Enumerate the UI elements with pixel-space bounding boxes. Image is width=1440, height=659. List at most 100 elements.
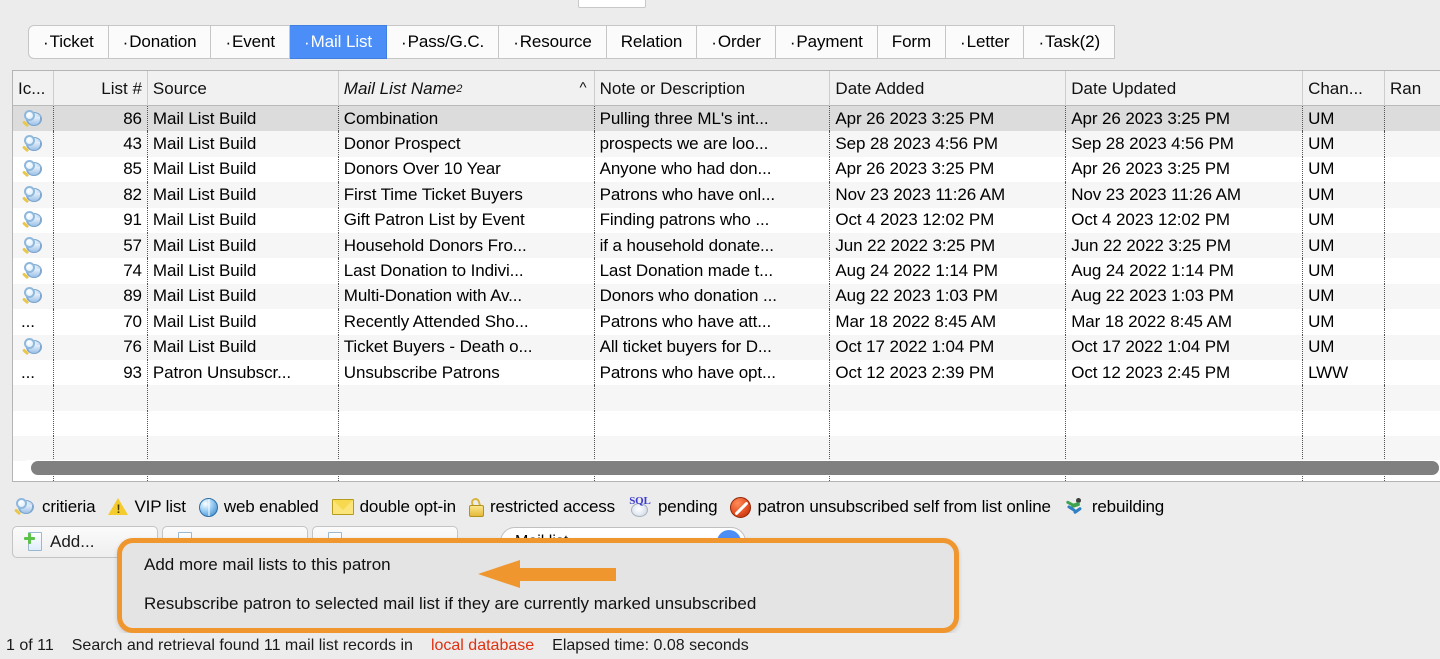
cell-text: 57 — [123, 235, 142, 255]
cell-text: Household Donors Fro... — [343, 235, 527, 255]
tab-task-2[interactable]: · Task(2) — [1024, 25, 1116, 59]
column-header-chan[interactable]: Chan... — [1303, 71, 1386, 106]
legend-item-pending: SQL pending — [628, 495, 718, 518]
legend-item-label: critieria — [42, 497, 96, 516]
cell-text: UM — [1308, 210, 1335, 230]
cell-text: Multi-Donation with Av... — [343, 286, 523, 306]
criteria-icon — [21, 261, 44, 281]
cell-text: Mail List Build — [152, 235, 257, 255]
tab-letter[interactable]: · Letter — [946, 25, 1025, 59]
cell-ran — [1385, 131, 1440, 156]
cell-text: Patrons who have att... — [599, 311, 772, 331]
cell-list: 93 — [54, 359, 148, 386]
cell-empty — [1303, 436, 1386, 462]
cell-text: 70 — [123, 311, 142, 331]
tab-bullet-icon: · — [225, 32, 232, 52]
status-message: Search and retrieval found 11 mail list … — [71, 637, 413, 654]
tab-payment[interactable]: · Payment — [775, 25, 878, 59]
cell-list: 57 — [54, 232, 148, 259]
tab-mail-list[interactable]: · Mail List — [290, 25, 388, 59]
table-row[interactable]: 89 Mail List Build Multi-Donation with Av.… — [13, 283, 1440, 310]
cell-name: Recently Attended Sho... — [339, 309, 595, 335]
cell-chan: UM — [1303, 283, 1386, 310]
cell-text: UM — [1308, 134, 1335, 154]
cell-empty — [1385, 385, 1440, 410]
tab-form[interactable]: Form — [877, 25, 947, 59]
cell-dupd: Apr 26 2023 3:25 PM — [1066, 156, 1304, 183]
cell-dupd: Oct 12 2023 2:45 PM — [1066, 359, 1304, 386]
table-row[interactable]: 91 Mail List Build Gift Patron List by Eve… — [13, 207, 1440, 233]
tab-pass-g-c[interactable]: · Pass/G.C. — [387, 25, 500, 59]
cell-text: LWW — [1308, 362, 1349, 382]
table-row-empty — [13, 436, 1440, 462]
criteria-icon — [13, 497, 36, 517]
table-row-empty — [13, 385, 1440, 411]
column-header-note[interactable]: Note or Description — [595, 71, 831, 106]
record-position: 1 of 11 — [6, 637, 54, 654]
cell-dadd: Sep 28 2023 4:56 PM — [830, 131, 1067, 157]
cell-dadd: Oct 17 2022 1:04 PM — [830, 334, 1067, 360]
cell-icon — [13, 232, 54, 259]
cell-dupd: Nov 23 2023 11:26 AM — [1066, 182, 1304, 208]
cell-note: All ticket buyers for D... — [595, 334, 831, 360]
tab-bullet-icon: · — [960, 32, 966, 52]
partial-field-above-tabs[interactable] — [578, 0, 646, 8]
cell-icon: ... — [13, 309, 54, 335]
no-entry-icon — [730, 496, 752, 518]
tab-event[interactable]: · Event — [211, 25, 291, 59]
cell-empty — [595, 436, 831, 462]
cell-empty — [830, 410, 1067, 437]
tab-donation[interactable]: · Donation — [108, 25, 212, 59]
table-row[interactable]: 86 Mail List Build Combination Pulling thre… — [13, 106, 1440, 132]
column-header-dupd[interactable]: Date Updated — [1066, 71, 1304, 106]
column-header-name[interactable]: Mail List Name 2 ^ — [339, 71, 595, 106]
cell-icon — [13, 156, 54, 183]
horizontal-scrollbar-thumb[interactable] — [31, 461, 1439, 475]
legend-item-label: double opt-in — [359, 497, 457, 516]
criteria-icon — [21, 337, 44, 357]
tab-relation[interactable]: Relation — [606, 25, 698, 59]
cell-dupd: Apr 26 2023 3:25 PM — [1066, 106, 1304, 132]
column-header-list[interactable]: List # — [54, 71, 148, 106]
column-header-ran[interactable]: Ran — [1385, 71, 1440, 106]
warning-icon: ! — [108, 498, 129, 516]
column-header-label: Chan... — [1308, 78, 1363, 98]
table-row[interactable]: 85 Mail List Build Donors Over 10 Year Anyo… — [13, 156, 1440, 183]
column-header-dadd[interactable]: Date Added — [830, 71, 1067, 106]
table-row[interactable]: ... 70 Mail List Build Recently Attended Sh… — [13, 309, 1440, 335]
tab-bullet-icon: · — [789, 32, 796, 52]
tab-ticket[interactable]: · Ticket — [28, 25, 109, 59]
cell-icon — [13, 182, 54, 208]
table-row[interactable]: ... 93 Patron Unsubscr... Unsubscribe Patro… — [13, 359, 1440, 386]
column-header-label: List # — [101, 78, 142, 98]
cell-name: Combination — [339, 106, 595, 132]
sort-ascending-icon[interactable]: ^ — [580, 79, 587, 96]
cell-text: UM — [1308, 311, 1335, 331]
tab-resource[interactable]: · Resource — [499, 25, 607, 59]
column-header-src[interactable]: Source — [148, 71, 339, 106]
cell-ran — [1385, 284, 1440, 309]
cell-text: Combination — [343, 108, 439, 128]
criteria-icon — [21, 109, 44, 129]
cell-note: Donors who donation ... — [595, 283, 831, 310]
cell-text: Ticket Buyers - Death o... — [343, 337, 533, 357]
top-strip — [0, 0, 1440, 22]
table-row[interactable]: 43 Mail List Build Donor Prospect prospects… — [13, 131, 1440, 157]
cell-dupd: Mar 18 2022 8:45 AM — [1066, 309, 1304, 335]
cell-ran — [1385, 258, 1440, 283]
cell-dadd: Mar 18 2022 8:45 AM — [830, 309, 1067, 335]
table-row[interactable]: 57 Mail List Build Household Donors Fro...… — [13, 232, 1440, 259]
app-window: · Ticket · Donation · Event · Mail List · Pass/G.… — [0, 0, 1440, 659]
tab-order[interactable]: · Order — [697, 25, 776, 59]
table-row-empty — [13, 410, 1440, 437]
table-row[interactable]: 82 Mail List Build First Time Ticket Buyer… — [13, 182, 1440, 208]
cell-empty — [339, 436, 595, 462]
table-row[interactable]: 76 Mail List Build Ticket Buyers - Death o… — [13, 334, 1440, 360]
cell-text: Patron Unsubscr... — [152, 362, 291, 382]
table-row[interactable]: 74 Mail List Build Last Donation to Indivi… — [13, 258, 1440, 284]
column-header-icon[interactable]: Ic... — [13, 71, 54, 106]
cell-empty — [1385, 411, 1440, 436]
tab-bullet-icon: · — [401, 32, 407, 52]
cell-dadd: Oct 4 2023 12:02 PM — [830, 207, 1067, 233]
horizontal-scrollbar[interactable] — [26, 460, 1440, 476]
